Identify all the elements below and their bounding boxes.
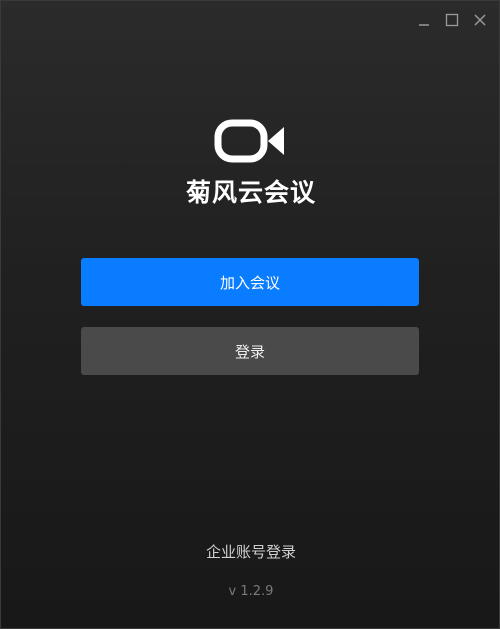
close-icon[interactable] [471,11,489,29]
minimize-icon[interactable] [415,11,433,29]
video-camera-icon [1,119,499,163]
window-controls [415,11,489,29]
join-meeting-button[interactable]: 加入会议 [81,258,419,306]
enterprise-login-link[interactable]: 企业账号登录 [1,541,499,562]
login-button[interactable]: 登录 [81,327,419,375]
login-label: 登录 [234,342,265,361]
join-meeting-label: 加入会议 [219,273,280,292]
maximize-icon[interactable] [443,11,461,29]
app-window: 菊风云会议 加入会议 登录 企业账号登录 v 1.2.9 [0,0,500,629]
version-label: v 1.2.9 [228,584,274,599]
app-name: 菊风云会议 [185,178,316,207]
